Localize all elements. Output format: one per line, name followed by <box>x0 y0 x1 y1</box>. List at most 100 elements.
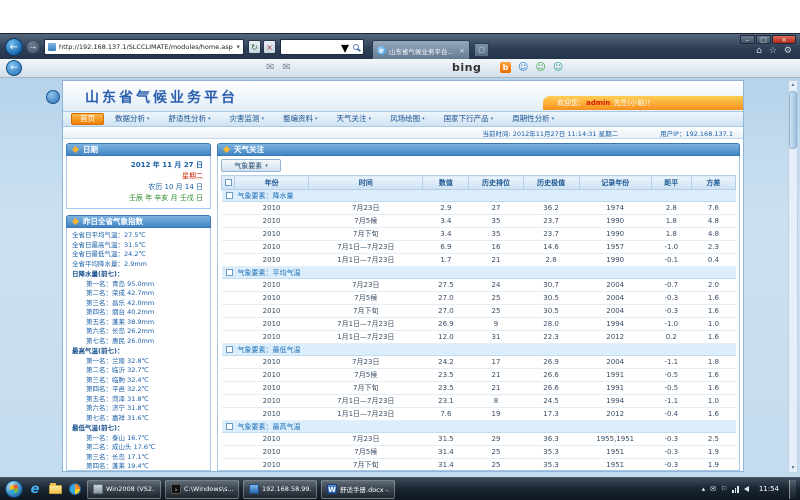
bing-logo[interactable]: bing <box>452 61 481 74</box>
table-row[interactable]: 20107月1日—7月23日6.91614.61957-1.02.3 <box>222 241 736 254</box>
index-panel-header: 昨日全省气象指数 <box>66 215 211 228</box>
sidebar-toggle-button[interactable] <box>46 90 60 104</box>
table-row[interactable]: 20107月下旬27.02530.52004-0.31.6 <box>222 305 736 318</box>
stop-button[interactable]: × <box>263 40 276 54</box>
table-row[interactable]: 20101月1日—7月23日7.61917.32012-0.41.6 <box>222 408 736 421</box>
status-time: 当前时间: 2012年11月27日 11:14:31 星期二 <box>482 128 618 138</box>
col-extreme: 历史极值 <box>523 176 579 190</box>
tab-close-icon[interactable]: × <box>459 47 465 55</box>
group-checkbox[interactable] <box>226 423 233 430</box>
browser-forward-button[interactable]: → <box>26 40 40 54</box>
table-row[interactable]: 20107月23日31.52936.31955,1951-0.32.5 <box>222 433 736 446</box>
browser-back-button[interactable]: ← <box>5 38 23 56</box>
table-row[interactable]: 20101月1日—7月23日1.7212.81990-0.10.4 <box>222 254 736 267</box>
table-row[interactable]: 20107月23日2.92736.219742.87.6 <box>222 202 736 215</box>
welcome-username: admin <box>585 99 611 107</box>
close-button[interactable]: × <box>772 35 796 44</box>
scroll-down-icon[interactable]: ▾ <box>791 464 794 472</box>
taskbar-app-vm[interactable]: Win2008 (VS2... <box>87 480 161 499</box>
rank-item: 第三名：长岛 17.1℃ <box>72 453 205 463</box>
site-title: 山东省气候业务平台 <box>85 87 238 107</box>
group-row[interactable]: 气象要素：最低气温 <box>222 344 736 356</box>
search-icon[interactable] <box>353 44 359 50</box>
search-input[interactable]: ▾ <box>280 39 364 55</box>
taskbar-ie-icon[interactable]: e <box>27 481 43 497</box>
table-row[interactable]: 20107月5候23.52126.61991-0.51.6 <box>222 369 736 382</box>
search-dropdown-icon[interactable]: ▾ <box>341 38 349 57</box>
table-row[interactable]: 20107月23日24.21726.92004-1.11.8 <box>222 356 736 369</box>
start-button[interactable] <box>5 480 23 498</box>
taskbar-app-label: 192.168.58.99... <box>262 485 311 493</box>
scrollbar-thumb[interactable] <box>789 91 797 149</box>
table-row[interactable]: 20107月1日—7月23日26.9928.01994-1.01.0 <box>222 318 736 331</box>
table-row[interactable]: 20107月1日—7月23日23.1824.51994-1.11.0 <box>222 395 736 408</box>
taskbar-clock[interactable]: 11:54 <box>754 485 784 493</box>
browser-tab[interactable]: e 山东省气候业务平台... × <box>372 40 470 60</box>
chevron-down-icon: ▾ <box>265 163 268 169</box>
nav-item-9[interactable]: 周期性分析▾ <box>504 113 562 125</box>
page-scrollbar[interactable]: ▴ ▾ <box>788 80 798 473</box>
element-filter-button[interactable]: 气象要素▾ <box>221 159 281 172</box>
table-row[interactable]: 20107月下旬31.42535.31951-0.31.9 <box>222 459 736 472</box>
bing-badge-icon[interactable]: b <box>500 62 511 73</box>
settings-icon[interactable]: ⚙ <box>784 46 792 56</box>
table-row[interactable]: 20107月下旬3.43523.719901.84.8 <box>222 228 736 241</box>
table-row[interactable]: 20101月1日—7月23日12.03122.320120.21.6 <box>222 331 736 344</box>
taskbar-app-word[interactable]: W舒适手册.docx -... <box>321 480 395 499</box>
favorites-icon[interactable]: ☆ <box>769 46 777 56</box>
group-checkbox[interactable] <box>226 192 233 199</box>
taskbar-app-rdp[interactable]: 192.168.58.99... <box>243 480 317 499</box>
table-row[interactable]: 20107月5候3.43523.719901.84.8 <box>222 215 736 228</box>
group-row[interactable]: 气象要素：平均气温 <box>222 267 736 279</box>
nav-item-5[interactable]: 整编资料▾ <box>275 113 326 125</box>
table-row[interactable]: 20107月5候31.42535.31951-0.31.9 <box>222 446 736 459</box>
friends-icon[interactable]: ☺ <box>535 62 545 73</box>
tray-message-icon[interactable]: ✉ <box>710 485 716 493</box>
maximize-button[interactable]: □ <box>756 35 771 44</box>
nav-item-1[interactable]: 首页 <box>71 113 104 125</box>
show-desktop-button[interactable] <box>789 480 796 499</box>
address-bar[interactable]: http://192.168.137.1/SLCCLIMATE/modules/… <box>44 39 244 55</box>
caret-icon: ▾ <box>422 113 425 125</box>
refresh-button[interactable]: ↻ <box>248 40 261 54</box>
mail-icon[interactable]: ✉ <box>266 62 274 73</box>
home-icon[interactable]: ⌂ <box>756 46 762 56</box>
rank-item: 第四名：烟台 40.2mm <box>72 308 205 318</box>
new-tab-button[interactable]: ▢ <box>474 43 489 57</box>
address-dropdown-icon[interactable]: ▾ <box>236 43 240 51</box>
share-icon[interactable]: ☺ <box>553 62 563 73</box>
taskbar-app-cmd[interactable]: ›C:\Windows\s... <box>165 480 239 499</box>
nav-item-4[interactable]: 灾害监测▾ <box>222 113 273 125</box>
action-center-flag-icon[interactable]: ⚐ <box>721 485 727 493</box>
group-checkbox[interactable] <box>226 269 233 276</box>
scroll-up-icon[interactable]: ▴ <box>791 81 794 89</box>
volume-icon[interactable] <box>744 486 749 492</box>
tray-expand-icon[interactable]: ▴ <box>702 485 706 493</box>
rank-item: 第四名：平邑 32.2℃ <box>72 385 205 395</box>
profile-icon[interactable]: ☺ <box>518 62 528 73</box>
network-icon[interactable] <box>732 486 739 493</box>
nav-item-3[interactable]: 舒适性分析▾ <box>161 113 219 125</box>
taskbar-explorer-icon[interactable] <box>47 481 63 497</box>
nav-item-8[interactable]: 国家下行产品▾ <box>436 113 502 125</box>
table-row[interactable]: 20107月23日27.52430.72004-0.72.0 <box>222 279 736 292</box>
nav-item-7[interactable]: 风场绘图▾ <box>382 113 433 125</box>
minimize-button[interactable]: – <box>740 35 755 44</box>
group-label: 气象要素：最高气温 <box>238 423 301 431</box>
select-all-checkbox[interactable] <box>225 179 232 186</box>
group-checkbox[interactable] <box>226 346 233 353</box>
browser-titlebar: – □ × ← → http://192.168.137.1/SLCCLIMAT… <box>0 33 800 59</box>
toolbar-back-button[interactable]: ← <box>6 60 22 76</box>
taskbar-media-icon[interactable] <box>67 481 83 497</box>
nav-item-2[interactable]: 数据分析▾ <box>107 113 158 125</box>
rank-item: 第四名：蓬莱 19.4℃ <box>72 462 205 471</box>
group-row[interactable]: 气象要素：最高气温 <box>222 421 736 433</box>
table-row[interactable]: 20107月下旬23.52126.61991-0.51.6 <box>222 382 736 395</box>
mail2-icon[interactable]: ✉ <box>282 62 290 73</box>
table-row[interactable]: 20107月5候27.02530.52004-0.31.6 <box>222 292 736 305</box>
caret-icon: ▾ <box>369 113 372 125</box>
nav-item-6[interactable]: 天气关注▾ <box>329 113 380 125</box>
group-row[interactable]: 气象要素：降水量 <box>222 190 736 202</box>
stat-row: 全省平均降水量：2.9mm <box>72 260 205 270</box>
date-panel: 日期 2012 年 11 月 27 日 星期二 农历 10 月 14 日 壬辰 … <box>66 143 211 209</box>
